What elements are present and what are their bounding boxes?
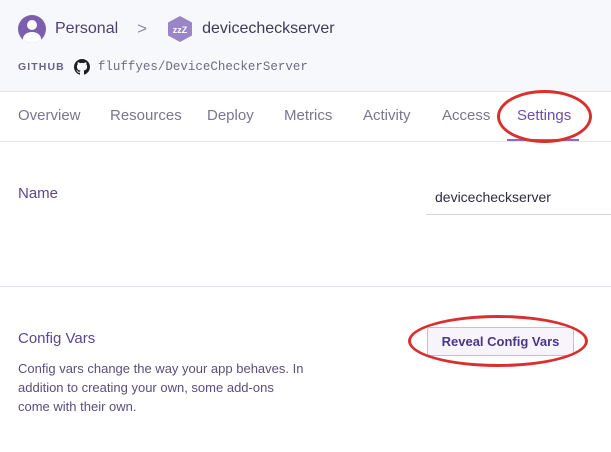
active-tab-indicator bbox=[507, 139, 579, 141]
config-vars-description: Config vars change the way your app beha… bbox=[18, 361, 304, 414]
app-header: Personal > zzZ devicecheckserver GITHUB … bbox=[0, 0, 611, 92]
app-hexagon-icon: zzZ bbox=[168, 16, 193, 42]
tab-settings[interactable]: Settings bbox=[517, 107, 571, 124]
section-divider bbox=[0, 286, 611, 287]
github-label: GITHUB bbox=[18, 61, 65, 73]
tab-resources[interactable]: Resources bbox=[110, 107, 182, 124]
config-vars-title: Config Vars bbox=[18, 330, 96, 347]
breadcrumb-app-name: devicecheckserver bbox=[202, 20, 335, 37]
app-name-input[interactable] bbox=[426, 179, 611, 215]
tab-access[interactable]: Access bbox=[442, 107, 490, 124]
breadcrumb: Personal > zzZ devicecheckserver bbox=[18, 14, 335, 44]
reveal-config-vars-button[interactable]: Reveal Config Vars bbox=[427, 327, 574, 356]
github-connection: GITHUB fluffyes/DeviceCheckerServer bbox=[18, 58, 308, 76]
github-repo-link[interactable]: fluffyes/DeviceCheckerServer bbox=[98, 60, 308, 74]
tab-metrics[interactable]: Metrics bbox=[284, 107, 332, 124]
breadcrumb-personal-link[interactable]: Personal bbox=[55, 20, 118, 38]
tab-deploy[interactable]: Deploy bbox=[207, 107, 254, 124]
github-icon bbox=[73, 59, 90, 75]
app-tabs: Overview Resources Deploy Metrics Activi… bbox=[0, 92, 611, 142]
name-section-label: Name bbox=[18, 185, 59, 202]
personal-avatar-icon[interactable] bbox=[18, 15, 46, 43]
tab-activity[interactable]: Activity bbox=[363, 107, 411, 124]
chevron-right-icon: > bbox=[137, 19, 148, 38]
app-icon-text: zzZ bbox=[173, 25, 188, 35]
tab-overview[interactable]: Overview bbox=[18, 107, 81, 124]
